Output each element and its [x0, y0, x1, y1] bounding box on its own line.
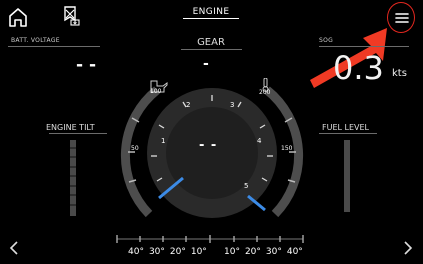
battery-divider	[8, 46, 100, 47]
rpm-center-value: - -	[199, 138, 218, 153]
chevron-left-icon[interactable]	[8, 240, 20, 256]
oil-temp-label-100: 100	[150, 88, 162, 95]
trim-label: 40°	[128, 247, 144, 257]
trim-label: 20°	[244, 247, 261, 257]
sog-unit: kts	[392, 68, 407, 79]
sog-divider	[319, 46, 409, 47]
engine-tilt-label: ENGINE TILT	[46, 123, 95, 132]
trim-right-labels: 10° 20° 30° 40°	[224, 247, 303, 257]
trim-label: 10°	[190, 247, 207, 257]
rpm-label-2: 2	[186, 101, 191, 109]
sog-value: 0.3	[333, 49, 384, 87]
rpm-label-3: 3	[230, 101, 235, 109]
sog-label: SOG	[319, 37, 334, 44]
trim-label: 20°	[169, 247, 186, 257]
home-button[interactable]	[6, 5, 30, 29]
oil-temp-label-50: 50	[131, 145, 139, 152]
trim-label: 10°	[224, 247, 240, 257]
gear-value: -	[203, 56, 209, 72]
gear-divider	[181, 49, 242, 50]
trim-label: 40°	[286, 247, 303, 257]
coolant-temp-label-200: 200	[259, 89, 271, 96]
fuel-level-divider	[319, 133, 377, 134]
rpm-label-4: 4	[257, 137, 262, 145]
battery-voltage-value: - -	[76, 55, 97, 75]
gear-label: GEAR	[197, 37, 225, 48]
rpm-label-5: 5	[244, 182, 249, 190]
chevron-right-icon[interactable]	[402, 240, 414, 256]
coolant-temp-label-150: 150	[281, 145, 293, 152]
trim-label: 30°	[265, 247, 282, 257]
engine-tilt-divider	[49, 133, 107, 134]
rpm-label-1: 1	[161, 137, 166, 145]
title-underline	[183, 18, 239, 19]
battery-voltage-label: BATT. VOLTAGE	[11, 37, 60, 44]
favorites-button[interactable]	[59, 4, 83, 28]
trim-left-labels: 40° 30° 20° 10°	[128, 247, 207, 257]
trim-label: 30°	[148, 247, 165, 257]
fuel-level-label: FUEL LEVEL	[322, 123, 370, 132]
home-icon	[9, 8, 27, 27]
engine-tilt-bar	[70, 140, 76, 216]
tachometer-gauge	[120, 78, 304, 218]
fuel-level-bar	[344, 140, 350, 212]
favorite-page-icon	[64, 6, 80, 26]
